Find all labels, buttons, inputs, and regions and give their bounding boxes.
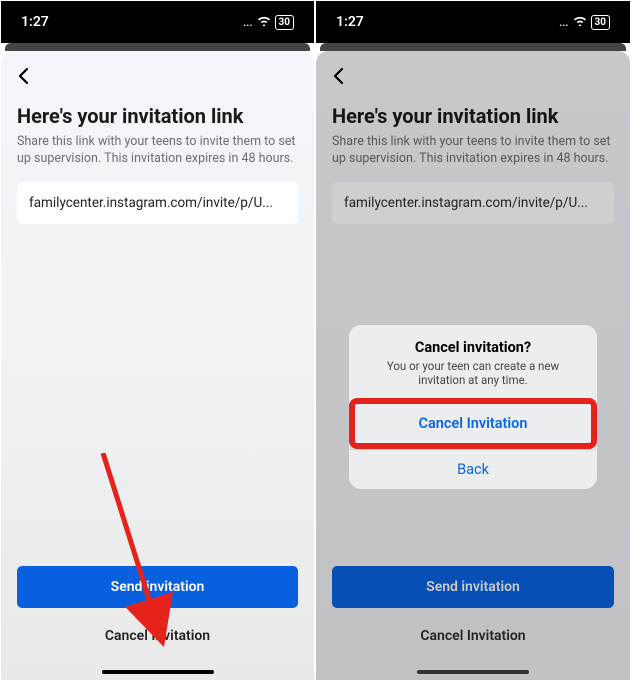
status-time: 1:27 [336, 14, 364, 30]
cancel-invitation-button[interactable]: Cancel Invitation [17, 620, 298, 652]
content-area-dimmed: Here's your invitation link Share this l… [316, 51, 630, 680]
content-area: Here's your invitation link Share this l… [1, 51, 314, 680]
status-dots: ... [559, 16, 568, 29]
screenshot-right: 1:27 ... 30 Here's your invitation link … [315, 0, 631, 681]
wifi-icon [573, 15, 587, 29]
popup-subtitle: You or your teen can create a new invita… [367, 359, 579, 388]
popup-back-button[interactable]: Back [349, 449, 597, 489]
cancel-confirmation-popup: Cancel invitation? You or your teen can … [349, 325, 597, 489]
home-indicator [102, 670, 214, 674]
page-title: Here's your invitation link [332, 104, 614, 128]
battery-icon: 30 [591, 15, 610, 30]
popup-cancel-invitation-button[interactable]: Cancel Invitation [349, 398, 597, 449]
invitation-link-box[interactable]: familycenter.instagram.com/invite/p/U... [332, 182, 614, 224]
invitation-link-box[interactable]: familycenter.instagram.com/invite/p/U... [17, 182, 298, 224]
page-subtitle: Share this link with your teens to invit… [17, 134, 298, 168]
status-right: ... 30 [243, 15, 294, 30]
status-bar: 1:27 ... 30 [1, 1, 314, 43]
page-subtitle: Share this link with your teens to invit… [332, 134, 614, 168]
status-dots: ... [243, 16, 252, 29]
sheet-tab [5, 43, 310, 51]
popup-header: Cancel invitation? You or your teen can … [349, 325, 597, 398]
send-invitation-button[interactable]: Send invitation [17, 566, 298, 608]
popup-title: Cancel invitation? [367, 339, 579, 356]
cancel-invitation-button[interactable]: Cancel Invitation [332, 620, 614, 652]
send-invitation-button[interactable]: Send invitation [332, 566, 614, 608]
screenshot-left: 1:27 ... 30 Here's your invitation link … [0, 0, 315, 681]
back-icon[interactable] [332, 67, 352, 90]
back-icon[interactable] [17, 67, 37, 90]
status-time: 1:27 [21, 14, 49, 30]
sheet-tab [320, 43, 626, 51]
status-right: ... 30 [559, 15, 610, 30]
page-title: Here's your invitation link [17, 104, 298, 128]
status-bar: 1:27 ... 30 [316, 1, 630, 43]
battery-icon: 30 [275, 15, 294, 30]
home-indicator [417, 670, 529, 674]
wifi-icon [257, 15, 271, 29]
